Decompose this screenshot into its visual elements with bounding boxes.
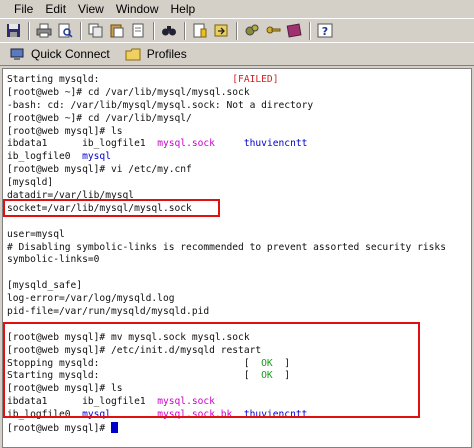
terminal-line: Starting mysqld: [FAILED] xyxy=(7,74,279,85)
keys-icon[interactable] xyxy=(264,22,282,40)
toolbar-separator xyxy=(236,21,238,40)
paste-icon[interactable] xyxy=(108,22,126,40)
menu-view[interactable]: View xyxy=(78,2,104,16)
terminal-line: symbolic-links=0 xyxy=(7,254,100,266)
terminal-line: ib_logfile0 mysql mysql.sock.bk thuvienc… xyxy=(7,409,308,421)
terminal-line: user=mysql xyxy=(7,228,65,240)
toolbar-separator xyxy=(28,21,30,40)
terminal-cursor xyxy=(110,422,118,434)
terminal-line: [root@web mysql]# xyxy=(7,422,471,435)
new-file-icon[interactable] xyxy=(191,22,209,40)
terminal-line: Stopping mysqld: [ OK ] xyxy=(7,357,291,369)
terminal-line: [root@web ~]# cd /var/lib/mysql/mysql.so… xyxy=(7,86,250,98)
terminal-line: Starting mysqld: [ OK ] xyxy=(7,370,291,382)
quick-connect-label: Quick Connect xyxy=(31,47,110,61)
terminal-line: ibdata1 ib_logfile1 mysql.sock thuviencn… xyxy=(7,138,308,150)
toolbar: ? xyxy=(0,18,474,42)
terminal-line: [mysqld] xyxy=(7,177,54,189)
toolbar-separator xyxy=(309,21,311,40)
menu-file[interactable]: File xyxy=(14,2,33,16)
quick-connect-bar: Quick Connect Profiles xyxy=(0,42,474,66)
help-icon[interactable]: ? xyxy=(316,22,334,40)
computer-icon xyxy=(8,45,26,63)
terminal-line: socket=/var/lib/mysql/mysql.sock xyxy=(7,202,192,214)
terminal-line: [mysqld_safe] xyxy=(7,280,83,292)
profile-icon[interactable] xyxy=(285,22,303,40)
failed-status: [FAILED] xyxy=(232,74,279,85)
terminal-line: log-error=/var/log/mysqld.log xyxy=(7,293,175,305)
quick-connect-button[interactable]: Quick Connect xyxy=(8,45,110,63)
menu-window[interactable]: Window xyxy=(116,2,159,16)
file-transfer-icon[interactable] xyxy=(212,22,230,40)
terminal-line: [root@web mysql]# ls xyxy=(7,383,123,395)
terminal-line: [root@web mysql]# vi /etc/my.cnf xyxy=(7,164,192,176)
profiles-button[interactable]: Profiles xyxy=(124,45,187,63)
terminal-line: # Disabling symbolic-links is recommende… xyxy=(7,241,446,253)
save-icon[interactable] xyxy=(4,22,22,40)
menu-help[interactable]: Help xyxy=(171,2,196,16)
menu-bar: File Edit View Window Help xyxy=(0,0,474,18)
profiles-label: Profiles xyxy=(146,47,187,61)
menu-edit[interactable]: Edit xyxy=(45,2,66,16)
terminal-line: [root@web ~]# cd /var/lib/mysql/ xyxy=(7,112,192,124)
toolbar-separator xyxy=(184,21,186,40)
terminal-output[interactable]: Starting mysqld: [FAILED] [root@web ~]# … xyxy=(2,68,472,448)
toolbar-separator xyxy=(153,21,155,40)
terminal-line: [root@web mysql]# mv mysql.sock mysql.so… xyxy=(7,331,250,343)
terminal-line: -bash: cd: /var/lib/mysql/mysql.sock: No… xyxy=(7,99,314,111)
terminal-line: ib_logfile0 mysql xyxy=(7,151,111,163)
terminal-line: pid-file=/var/run/mysqld/mysqld.pid xyxy=(7,306,210,318)
ok-status: OK xyxy=(261,357,273,369)
terminal-line: [root@web mysql]# ls xyxy=(7,125,123,137)
toolbar-separator xyxy=(80,21,82,40)
svg-text:?: ? xyxy=(322,25,328,38)
copy-icon[interactable] xyxy=(87,22,105,40)
terminal-line: ibdata1 ib_logfile1 mysql.sock xyxy=(7,396,215,408)
settings-icon[interactable] xyxy=(243,22,261,40)
terminal-line: [root@web mysql]# /etc/init.d/mysqld res… xyxy=(7,344,262,356)
cut-icon[interactable] xyxy=(129,22,147,40)
terminal-line: datadir=/var/lib/mysql xyxy=(7,190,135,202)
print-icon[interactable] xyxy=(35,22,53,40)
folder-icon xyxy=(124,45,142,63)
find-icon[interactable] xyxy=(160,22,178,40)
ok-status: OK xyxy=(261,370,273,382)
print-preview-icon[interactable] xyxy=(56,22,74,40)
